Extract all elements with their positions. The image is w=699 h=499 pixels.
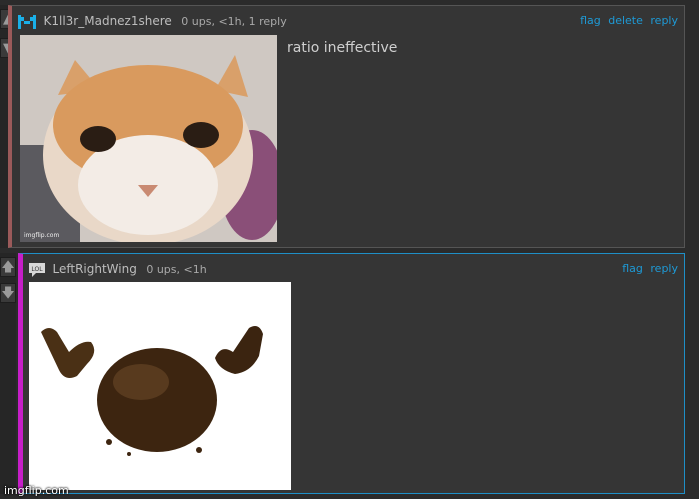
site-watermark: imgflip.com xyxy=(4,484,69,497)
delete-link[interactable]: delete xyxy=(608,14,643,27)
comment-meta: LOL LeftRightWing 0 ups, <1h xyxy=(29,261,207,277)
flexing-ball-drawing xyxy=(29,282,291,490)
comment-stats: 0 ups, <1h xyxy=(146,263,207,276)
upvote-arrow-icon[interactable]: 🡅 xyxy=(0,257,16,277)
downvote-arrow-icon[interactable]: 🡇 xyxy=(0,283,16,303)
lol-avatar-label: LOL xyxy=(31,266,43,273)
comment-1: K1ll3r_Madnez1shere 0 ups, <1h, 1 reply … xyxy=(8,5,685,248)
comment-meta: K1ll3r_Madnez1shere 0 ups, <1h, 1 reply xyxy=(18,13,287,29)
comment-image-cat[interactable]: imgflip.com xyxy=(20,35,277,242)
vote-column-2: 🡅 🡇 xyxy=(0,253,16,494)
reply-link[interactable]: reply xyxy=(650,262,678,275)
cat-photo xyxy=(20,35,277,242)
comment-stats: 0 ups, <1h, 1 reply xyxy=(181,15,287,28)
comment-actions: flag delete reply xyxy=(576,13,678,29)
image-watermark: imgflip.com xyxy=(24,232,60,239)
comment-text: ratio ineffective xyxy=(287,40,398,56)
pixel-logo-icon xyxy=(18,15,36,29)
comment-actions: flag reply xyxy=(618,261,678,277)
comment-image-muscle-ball[interactable] xyxy=(29,282,291,490)
lol-avatar-icon: LOL xyxy=(29,263,45,277)
reply-link[interactable]: reply xyxy=(650,14,678,27)
username-link[interactable]: LeftRightWing xyxy=(53,262,137,276)
flag-link[interactable]: flag xyxy=(622,262,643,275)
comment-2: LOL LeftRightWing 0 ups, <1h flag reply xyxy=(18,253,685,494)
username-link[interactable]: K1ll3r_Madnez1shere xyxy=(44,14,172,28)
flag-link[interactable]: flag xyxy=(580,14,601,27)
